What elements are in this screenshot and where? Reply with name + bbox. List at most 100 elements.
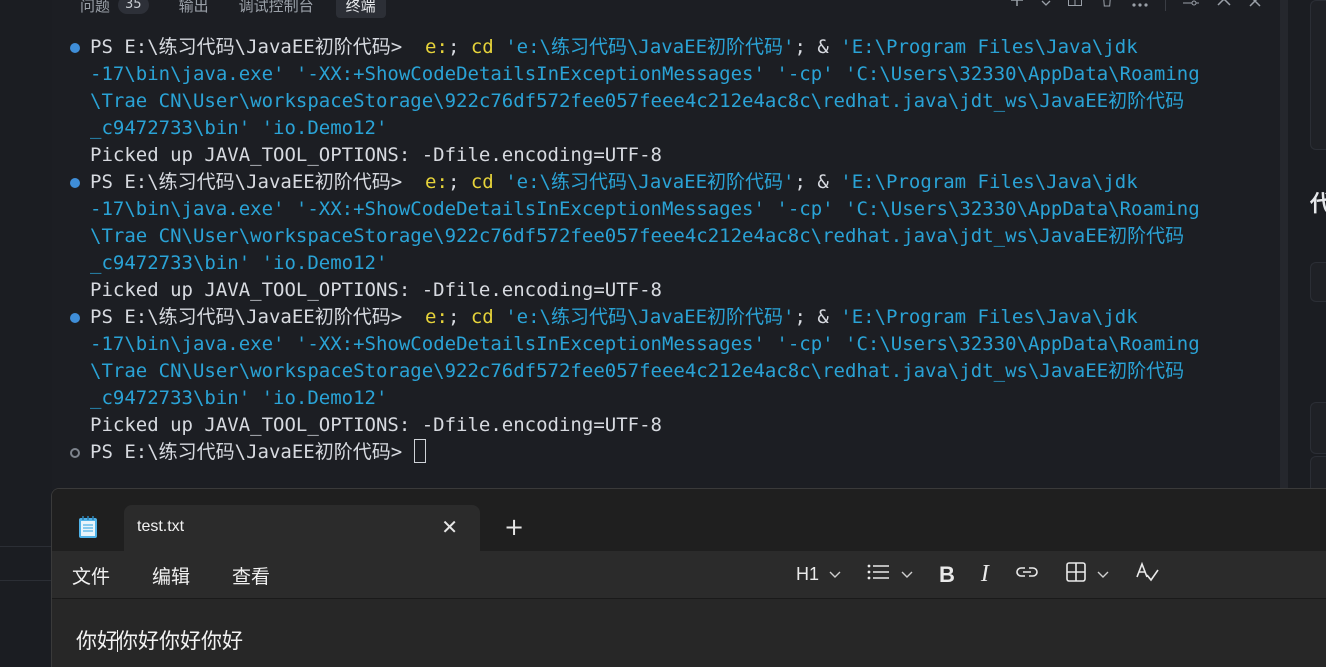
plus-icon[interactable] bbox=[1009, 0, 1025, 12]
settings-icon[interactable] bbox=[1182, 0, 1200, 12]
command-status-dot[interactable] bbox=[70, 178, 80, 188]
close-icon[interactable] bbox=[1248, 0, 1262, 12]
terminal-line: Picked up JAVA_TOOL_OPTIONS: -Dfile.enco… bbox=[70, 142, 1270, 169]
trash-icon[interactable] bbox=[1099, 0, 1115, 12]
divider bbox=[0, 580, 52, 581]
panel-tab-bar: 问题 35 输出 调试控制台 终端 bbox=[80, 0, 416, 20]
tab-terminal[interactable]: 终端 bbox=[335, 0, 386, 18]
string-token: '-XX:+ShowCodeDetailsInExceptionMessages… bbox=[295, 333, 765, 355]
string-token: \Trae CN\User\workspaceStorage\922c76df5… bbox=[90, 360, 1185, 382]
list-dropdown[interactable] bbox=[867, 563, 913, 586]
terminal-output[interactable]: PS E:\练习代码\JavaEE初阶代码> e:; cd 'e:\练习代码\J… bbox=[70, 34, 1270, 466]
string-token: 'C:\Users\32330\AppData\Roaming bbox=[845, 333, 1200, 355]
chevron-up-icon[interactable] bbox=[1216, 0, 1232, 12]
terminal-line: \Trae CN\User\workspaceStorage\922c76df5… bbox=[70, 88, 1270, 115]
italic-button[interactable]: I bbox=[981, 561, 989, 588]
tab-test-txt[interactable]: test.txt ✕ bbox=[124, 505, 480, 551]
string-token: 'e:\练习代码\JavaEE初阶代码' bbox=[505, 306, 795, 328]
string-token: 'e:\练习代码\JavaEE初阶代码' bbox=[505, 36, 795, 58]
notepad-app-icon bbox=[78, 515, 98, 539]
terminal-line: \Trae CN\User\workspaceStorage\922c76df5… bbox=[70, 223, 1270, 250]
string-token: -17\bin\java.exe' bbox=[90, 63, 285, 85]
scrollbar-track[interactable] bbox=[1280, 0, 1288, 490]
document-text[interactable]: 你好你好你好你好 bbox=[76, 625, 243, 655]
link-button[interactable] bbox=[1015, 564, 1039, 585]
bold-button[interactable]: B bbox=[939, 562, 955, 588]
string-token: 'C:\Users\32330\AppData\Roaming bbox=[845, 63, 1200, 85]
divider bbox=[1165, 0, 1166, 11]
terminal-line: \Trae CN\User\workspaceStorage\922c76df5… bbox=[70, 358, 1270, 385]
more-icon[interactable] bbox=[1131, 0, 1149, 12]
command-status-dot[interactable] bbox=[70, 448, 80, 458]
prompt-text: PS E:\练习代码\JavaEE初阶代码> bbox=[90, 441, 403, 463]
terminal-line: _c9472733\bin' 'io.Demo12' bbox=[70, 385, 1270, 412]
terminal-panel: 问题 35 输出 调试控制台 终端 PS E:\练习代码\JavaEE初阶代码>… bbox=[52, 0, 1280, 490]
text-editor-area[interactable]: 你好你好你好你好 bbox=[52, 599, 1326, 667]
close-tab-icon[interactable]: ✕ bbox=[441, 515, 458, 539]
punct: ; & bbox=[794, 306, 829, 328]
table-icon bbox=[1065, 561, 1087, 588]
notepad-toolbar: 文件 编辑 查看 H1 B I bbox=[52, 551, 1326, 599]
side-card bbox=[1310, 262, 1326, 302]
string-token: 'E:\Program Files\Java\jdk bbox=[840, 306, 1138, 328]
divider bbox=[0, 546, 52, 547]
command-token: e: bbox=[425, 306, 448, 328]
terminal-line: PS E:\练习代码\JavaEE初阶代码> e:; cd 'e:\练习代码\J… bbox=[70, 169, 1270, 196]
string-token: \Trae CN\User\workspaceStorage\922c76df5… bbox=[90, 225, 1185, 247]
command-token: cd bbox=[470, 36, 494, 58]
new-tab-button[interactable]: + bbox=[504, 513, 524, 541]
command-token: cd bbox=[470, 306, 494, 328]
string-token: _c9472733\bin' bbox=[90, 387, 251, 409]
string-token: \Trae CN\User\workspaceStorage\922c76df5… bbox=[90, 90, 1185, 112]
punct: ; bbox=[447, 306, 460, 328]
link-icon bbox=[1015, 564, 1039, 585]
string-token: '-XX:+ShowCodeDetailsInExceptionMessages… bbox=[295, 63, 765, 85]
tab-problems[interactable]: 问题 35 bbox=[80, 0, 149, 16]
terminal-line: PS E:\练习代码\JavaEE初阶代码> e:; cd 'e:\练习代码\J… bbox=[70, 34, 1270, 61]
split-icon[interactable] bbox=[1067, 0, 1083, 12]
menu-file[interactable]: 文件 bbox=[72, 562, 110, 589]
string-token: '-cp' bbox=[776, 333, 834, 355]
menu-edit[interactable]: 编辑 bbox=[152, 562, 190, 589]
punct: ; bbox=[447, 171, 460, 193]
string-token: -17\bin\java.exe' bbox=[90, 333, 285, 355]
command-status-dot[interactable] bbox=[70, 43, 80, 53]
terminal-cursor bbox=[413, 439, 426, 463]
heading-label: H1 bbox=[796, 564, 820, 584]
terminal-line: -17\bin\java.exe' '-XX:+ShowCodeDetailsI… bbox=[70, 61, 1270, 88]
tab-output[interactable]: 输出 bbox=[179, 0, 209, 16]
command-token: e: bbox=[425, 171, 448, 193]
chevron-down-icon[interactable] bbox=[1041, 0, 1051, 12]
side-heading-fragment: 代 bbox=[1310, 192, 1326, 217]
heading-dropdown[interactable]: H1 bbox=[796, 564, 841, 585]
string-token: 'C:\Users\32330\AppData\Roaming bbox=[845, 198, 1200, 220]
string-token: '-cp' bbox=[776, 63, 834, 85]
string-token: _c9472733\bin' bbox=[90, 252, 251, 274]
table-dropdown[interactable] bbox=[1065, 561, 1109, 588]
command-token: cd bbox=[470, 171, 494, 193]
command-status-dot[interactable] bbox=[70, 313, 80, 323]
notepad-titlebar: test.txt ✕ + bbox=[52, 489, 1326, 551]
notepad-window: test.txt ✕ + 文件 编辑 查看 H1 B I 你好你好你好你好 bbox=[51, 488, 1326, 667]
terminal-line: PS E:\练习代码\JavaEE初阶代码> e:; cd 'e:\练习代码\J… bbox=[70, 304, 1270, 331]
tab-debug-console[interactable]: 调试控制台 bbox=[239, 0, 314, 16]
punct: ; & bbox=[794, 171, 829, 193]
side-card bbox=[1310, 402, 1326, 454]
string-token: 'E:\Program Files\Java\jdk bbox=[840, 36, 1138, 58]
punct: ; bbox=[447, 36, 460, 58]
tab-title: test.txt bbox=[137, 518, 185, 535]
prompt-text: PS E:\练习代码\JavaEE初阶代码> bbox=[90, 36, 403, 58]
format-toolbar: H1 B I bbox=[796, 561, 1185, 588]
side-card bbox=[1310, 0, 1326, 150]
menu-view[interactable]: 查看 bbox=[232, 562, 270, 589]
terminal-line: _c9472733\bin' 'io.Demo12' bbox=[70, 115, 1270, 142]
text-after-caret: 你好你好你好 bbox=[117, 629, 243, 653]
string-token: 'io.Demo12' bbox=[261, 117, 388, 139]
chevron-down-icon bbox=[901, 568, 913, 582]
punct: ; & bbox=[794, 36, 829, 58]
spellcheck-button[interactable] bbox=[1135, 561, 1159, 588]
chevron-down-icon bbox=[1097, 568, 1109, 582]
string-token: 'io.Demo12' bbox=[261, 252, 388, 274]
string-token: '-cp' bbox=[776, 198, 834, 220]
chevron-down-icon bbox=[829, 568, 841, 582]
